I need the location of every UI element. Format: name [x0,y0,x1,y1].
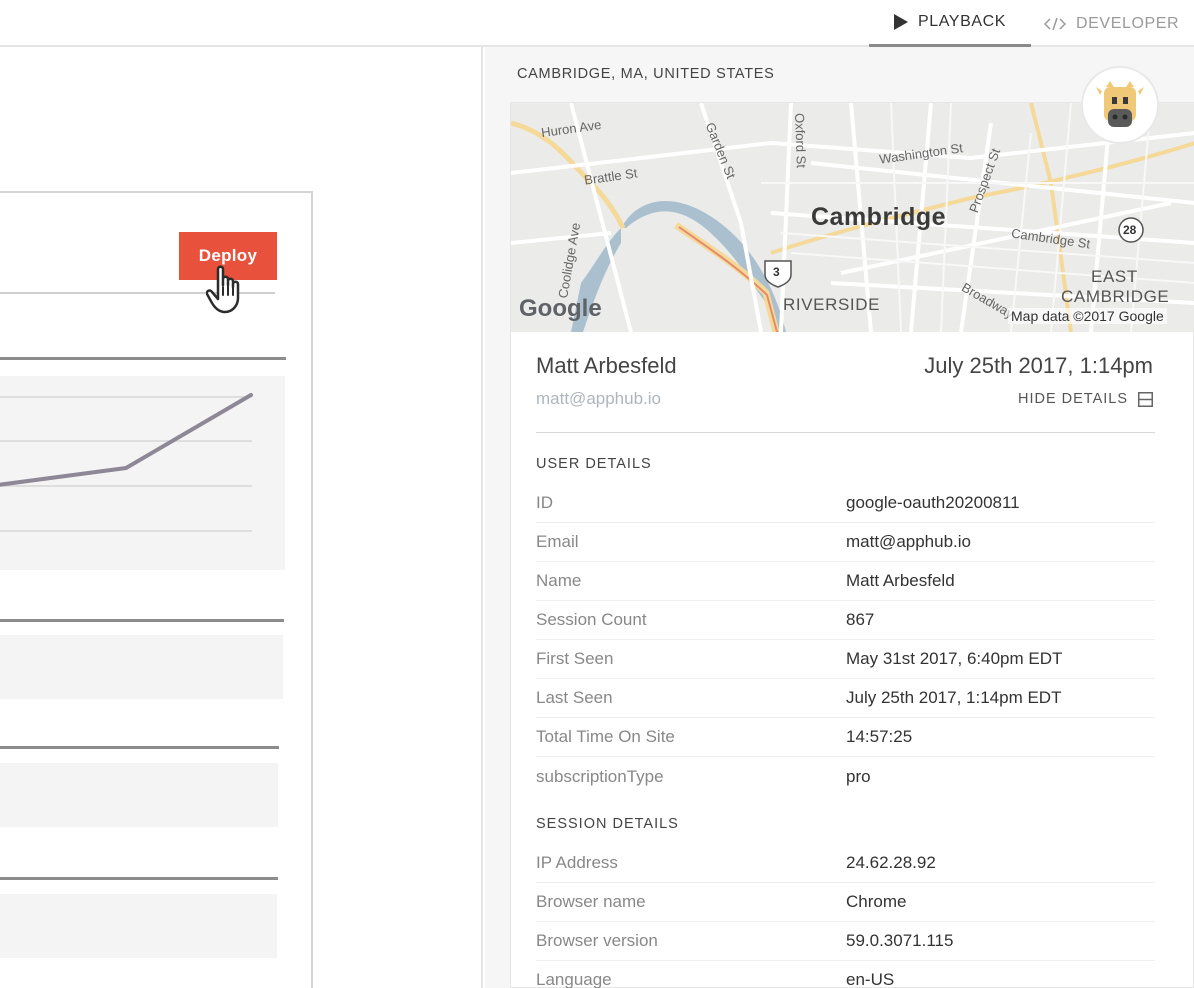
play-icon [893,14,908,30]
session-card: Huron Ave Brattle St Garden St Oxford St… [510,102,1194,988]
section-rule [0,746,279,749]
user-name: Matt Arbesfeld [536,353,677,378]
google-logo: Google [519,295,602,322]
session-details-title: SESSION DETAILS [536,816,679,832]
details-divider [536,432,1155,433]
tab-playback[interactable]: PLAYBACK [869,0,1031,47]
route-shield-label: 3 [773,265,780,279]
map-district-label: RIVERSIDE [783,295,881,314]
detail-key: Browser version [536,931,658,950]
user-details-list: ID google-oauth20200811 Email matt@apphub.… [536,484,1155,796]
detail-value: google-oauth20200811 [846,493,1020,512]
content-placeholder [0,763,278,827]
map-city-label: Cambridge [811,203,947,231]
top-tab-bar: PLAYBACK DEVELOPER [0,0,1194,47]
map-district-label: EAST [1091,267,1138,286]
detail-row: Session Count 867 [536,601,1155,640]
detail-row: subscriptionType pro [536,757,1155,796]
hide-details-label: HIDE DETAILS [1017,391,1128,407]
detail-row: Browser name Chrome [536,883,1155,922]
line-chart [0,393,253,532]
route-shield-label: 28 [1123,223,1137,237]
hand-pointer-icon [206,265,240,314]
user-email[interactable]: matt@apphub.io [536,389,661,409]
detail-value: 867 [846,610,875,629]
location-label: CAMBRIDGE, MA, UNITED STATES [517,66,775,82]
detail-value: Matt Arbesfeld [846,571,955,590]
detail-key: ID [536,493,553,512]
tab-playback-label: PLAYBACK [917,13,1007,30]
detail-key: Last Seen [536,688,613,707]
detail-row: Browser version 59.0.3071.115 [536,922,1155,961]
detail-value: matt@apphub.io [846,532,972,551]
section-rule [0,877,278,880]
detail-row: Email matt@apphub.io [536,523,1155,562]
user-details-title: USER DETAILS [536,456,652,472]
session-info-pane: CAMBRIDGE, MA, UNITED STATES Huron Ave B… [485,47,1194,988]
collapse-icon [1138,391,1153,407]
detail-value: 59.0.3071.115 [846,931,954,950]
detail-key: subscriptionType [536,766,664,786]
section-rule [0,357,286,360]
detail-key: Browser name [536,892,646,911]
map-attribution[interactable]: Map data ©2017 Google [1008,308,1167,324]
cow-avatar-icon[interactable] [1081,66,1159,144]
session-replay-pane[interactable]: Deploy [0,47,483,988]
detail-row: Total Time On Site 14:57:25 [536,718,1155,757]
detail-value: 14:57:25 [846,727,913,746]
tab-developer[interactable]: DEVELOPER [1042,0,1194,47]
detail-row: Language en-US [536,961,1155,988]
detail-value: 24.62.28.92 [846,853,936,872]
detail-value: pro [846,766,871,786]
detail-key: Language [536,970,612,988]
detail-row: Last Seen July 25th 2017, 1:14pm EDT [536,679,1155,718]
detail-row: First Seen May 31st 2017, 6:40pm EDT [536,640,1155,679]
content-placeholder [0,894,277,958]
session-details-list: IP Address 24.62.28.92 Browser name Chrome… [536,844,1155,988]
detail-key: Session Count [536,610,647,629]
replayed-app-frame: Deploy [0,191,313,988]
content-placeholder [0,635,283,699]
tab-developer-label: DEVELOPER [1076,14,1180,32]
detail-row: IP Address 24.62.28.92 [536,844,1155,883]
map-district-label: CAMBRIDGE [1061,287,1170,306]
detail-row: ID google-oauth20200811 [536,484,1155,523]
detail-key: IP Address [536,853,618,872]
detail-key: First Seen [536,649,614,668]
detail-value: Chrome [846,892,907,911]
detail-key: Email [536,532,579,551]
detail-row: Name Matt Arbesfeld [536,562,1155,601]
hide-details-button[interactable]: HIDE DETAILS [1018,391,1153,407]
detail-key: Name [536,571,582,590]
section-rule [0,619,284,622]
code-icon [1044,17,1066,31]
map-street-label: Oxford St [792,112,809,169]
detail-key: Total Time On Site [536,727,675,746]
detail-value: July 25th 2017, 1:14pm EDT [846,688,1062,707]
detail-value: May 31st 2017, 6:40pm EDT [846,649,1063,668]
session-timestamp: July 25th 2017, 1:14pm [924,353,1153,378]
detail-value: en-US [846,970,895,988]
location-map[interactable]: Huron Ave Brattle St Garden St Oxford St… [511,103,1194,332]
